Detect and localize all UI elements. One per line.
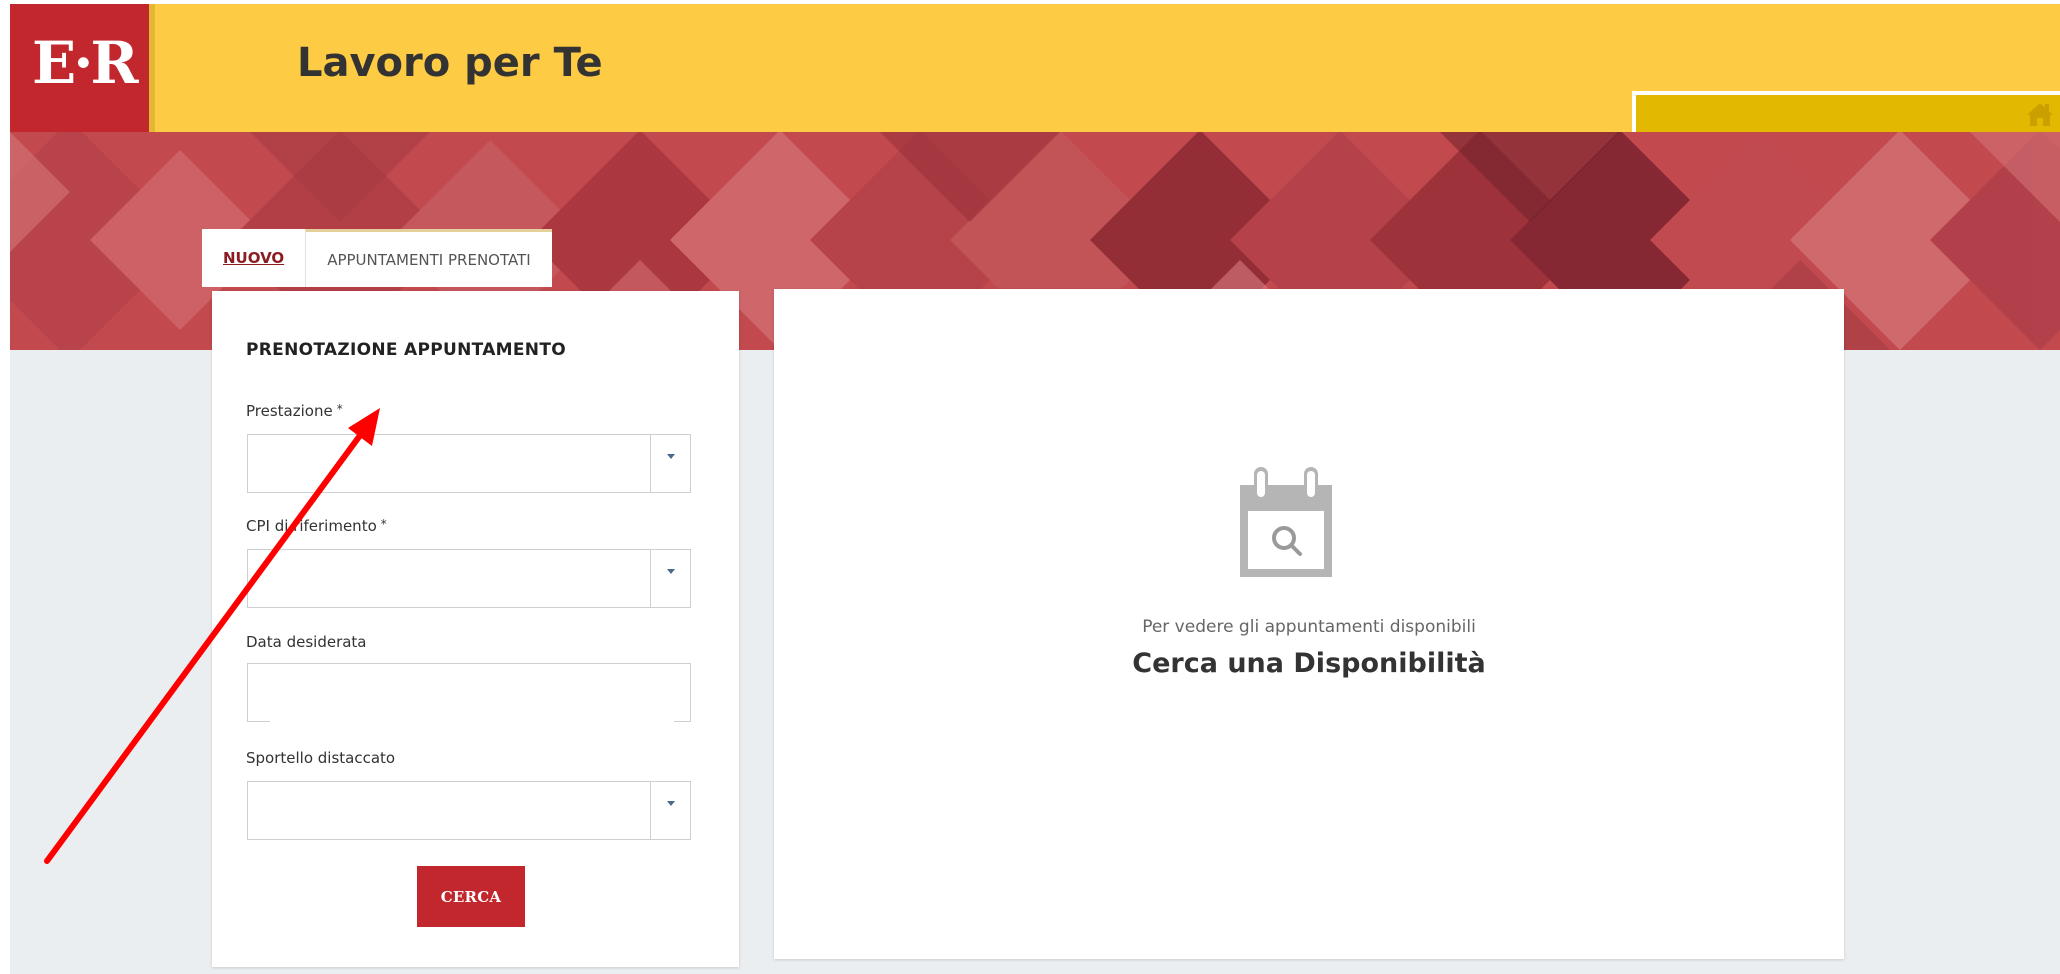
sportello-dropdown-toggle[interactable]	[650, 782, 690, 839]
calendar-search-icon	[1240, 467, 1332, 577]
results-hint: Per vedere gli appuntamenti disponibili	[1142, 617, 1476, 637]
cpi-label: CPI di riferimento *	[246, 517, 387, 535]
prestazione-select[interactable]	[247, 434, 691, 493]
data-desiderata-label: Data desiderata	[246, 633, 367, 651]
chevron-down-icon	[666, 801, 675, 806]
tab-nuovo[interactable]: NUOVO	[202, 229, 306, 287]
tab-bar: NUOVO APPUNTAMENTI PRENOTATI	[202, 229, 552, 287]
sportello-select[interactable]	[247, 781, 691, 840]
required-mark: *	[336, 402, 343, 416]
data-desiderata-input[interactable]	[247, 663, 691, 722]
tab-appuntamenti-prenotati[interactable]: APPUNTAMENTI PRENOTATI	[305, 229, 552, 287]
cpi-dropdown-toggle[interactable]	[650, 550, 690, 607]
date-field-border	[674, 721, 690, 722]
sportello-label: Sportello distaccato	[246, 749, 396, 767]
chevron-down-icon	[666, 454, 675, 459]
chevron-down-icon	[666, 569, 675, 574]
logo-text: E·R	[32, 29, 139, 97]
date-field-border	[248, 721, 270, 722]
prestazione-dropdown-toggle[interactable]	[650, 435, 690, 492]
results-cta: Cerca una Disponibilità	[1132, 648, 1486, 679]
form-title: PRENOTAZIONE APPUNTAMENTO	[246, 340, 566, 360]
cerca-button[interactable]: CERCA	[417, 866, 525, 927]
app-title: Lavoro per Te	[297, 40, 603, 86]
home-icon	[2027, 103, 2053, 126]
cpi-label-text: CPI di riferimento	[246, 517, 377, 535]
required-mark: *	[380, 517, 387, 531]
cpi-select[interactable]	[247, 549, 691, 608]
prestazione-label-text: Prestazione	[246, 402, 333, 420]
er-logo[interactable]: E·R	[10, 4, 155, 134]
header-bar: E·R Lavoro per Te	[10, 4, 2060, 141]
prestazione-label: Prestazione *	[246, 402, 343, 420]
